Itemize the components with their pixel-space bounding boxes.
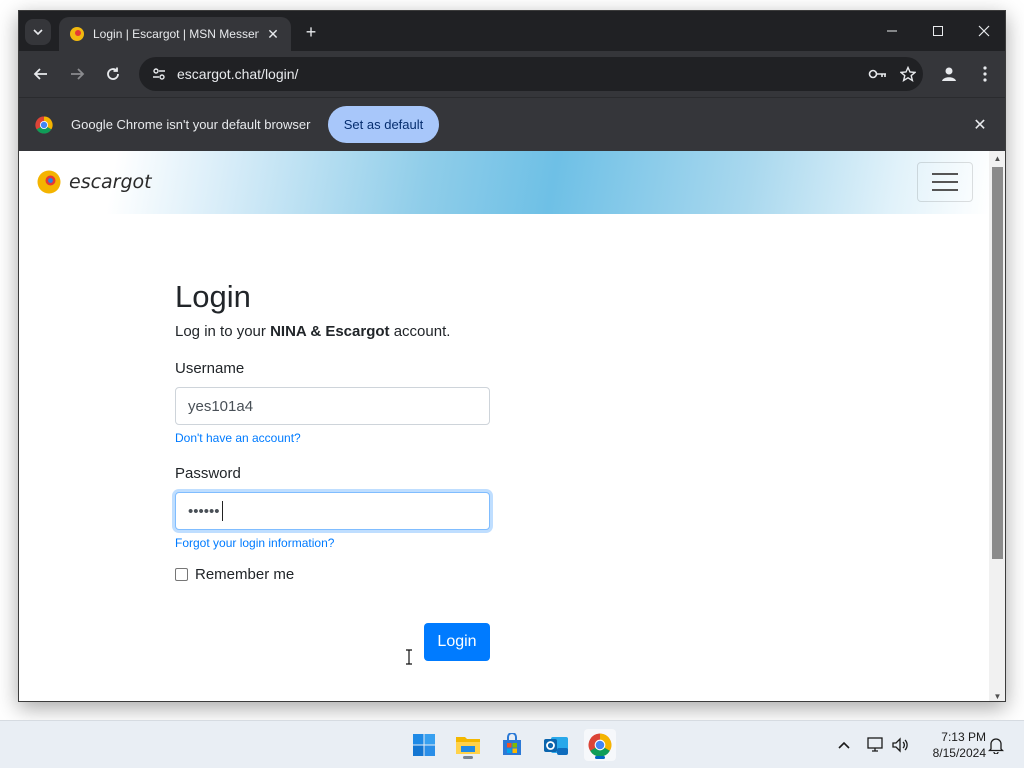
infobar-message: Google Chrome isn't your default browser [71,117,311,132]
forward-button[interactable] [65,62,89,86]
maximize-button[interactable] [915,11,961,51]
outlook-icon [544,737,568,755]
bookmark-star-icon[interactable] [893,62,923,86]
taskbar: 7:13 PM 8/15/2024 [0,720,1024,768]
arrow-left-icon [33,68,47,80]
infobar-close-icon[interactable]: ✕ [969,114,991,136]
back-button[interactable] [29,62,53,86]
lead-brand: NINA & Escargot [270,323,390,340]
more-vertical-icon [983,66,987,82]
close-icon [978,25,990,37]
hamburger-line [932,181,958,183]
set-default-button[interactable]: Set as default [328,106,439,143]
scroll-down-arrow-icon[interactable]: ▼ [989,689,1005,701]
hamburger-line [932,173,958,175]
tray-overflow-chevron-icon[interactable] [834,735,854,755]
remember-label: Remember me [195,566,295,583]
default-browser-infobar: Google Chrome isn't your default browser… [19,97,1005,151]
remember-checkbox[interactable] [175,568,188,581]
folder-icon [456,737,480,754]
start-button[interactable] [408,729,440,761]
tab-strip: Login | Escargot | MSN Messenger ✕ + [19,11,1005,51]
tab-search-button[interactable] [25,19,51,45]
microsoft-store-icon [503,733,521,755]
running-indicator [595,756,605,759]
profile-button[interactable] [937,62,961,86]
notification-bell-icon[interactable] [986,735,1006,755]
lead-prefix: Log in to your [175,323,271,340]
tab-active[interactable]: Login | Escargot | MSN Messenger ✕ [59,17,291,51]
escargot-logo-icon [37,170,61,194]
login-button[interactable]: Login [424,623,490,661]
browser-toolbar: escargot.chat/login/ [19,51,1005,97]
login-form: Login Log in to your NINA & Escargot acc… [175,279,505,665]
page-viewport: escargot Login Log in to your NINA & Esc… [19,151,989,701]
browser-window: Login | Escargot | MSN Messenger ✕ + es [18,10,1006,702]
username-value: yes101a4 [188,397,254,415]
chrome-logo-icon [35,116,53,134]
password-key-icon[interactable] [863,62,893,86]
password-input[interactable]: •••••• [175,492,490,530]
signup-link[interactable]: Don't have an account? [175,431,505,445]
system-clock[interactable]: 7:13 PM 8/15/2024 [916,729,986,761]
tab-title: Login | Escargot | MSN Messenger [93,27,259,41]
tab-close-icon[interactable]: ✕ [265,26,281,43]
hamburger-line [932,189,958,191]
url-text: escargot.chat/login/ [177,66,299,82]
password-label: Password [175,465,241,482]
scroll-up-arrow-icon[interactable]: ▲ [989,151,1005,165]
desktop-edge [0,0,18,720]
password-value: •••••• [188,502,220,520]
file-explorer-button[interactable] [452,729,484,761]
outlook-button[interactable] [540,729,572,761]
clock-time: 7:13 PM [941,730,986,744]
close-window-button[interactable] [961,11,1005,51]
site-header: escargot [19,151,989,214]
windows-logo-icon [413,734,435,756]
reload-icon [107,67,119,80]
profile-icon [942,67,956,81]
nav-toggle-button[interactable] [917,162,973,202]
store-button[interactable] [496,729,528,761]
minimize-icon [887,30,897,32]
text-cursor-icon [406,649,412,665]
address-bar[interactable]: escargot.chat/login/ [139,57,923,91]
new-tab-button[interactable]: + [299,20,323,44]
clock-date: 8/15/2024 [932,746,986,760]
page-scrollbar[interactable]: ▲ ▼ [989,151,1005,701]
running-indicator [463,756,473,759]
username-label: Username [175,360,245,377]
chrome-taskbar-button[interactable] [584,729,616,761]
network-icon[interactable] [866,735,886,755]
menu-button[interactable] [973,62,997,86]
maximize-icon [933,26,943,36]
forgot-login-link[interactable]: Forgot your login information? [175,536,505,550]
arrow-right-icon [71,68,85,80]
site-logo[interactable]: escargot [37,169,152,195]
reload-button[interactable] [101,62,125,86]
volume-icon[interactable] [890,735,910,755]
lead-suffix: account. [389,323,451,340]
chrome-logo-icon [588,733,612,757]
site-info-icon[interactable] [147,62,171,86]
page-title: Login [175,279,251,314]
escargot-favicon-icon [70,27,84,41]
minimize-button[interactable] [869,11,915,51]
scrollbar-thumb[interactable] [992,167,1003,559]
chevron-down-icon [33,29,43,36]
remember-me[interactable]: Remember me [175,566,505,583]
login-lead: Log in to your NINA & Escargot account. [175,323,505,340]
logo-text: escargot [69,171,152,193]
text-caret [221,501,223,521]
username-input[interactable]: yes101a4 [175,387,490,425]
